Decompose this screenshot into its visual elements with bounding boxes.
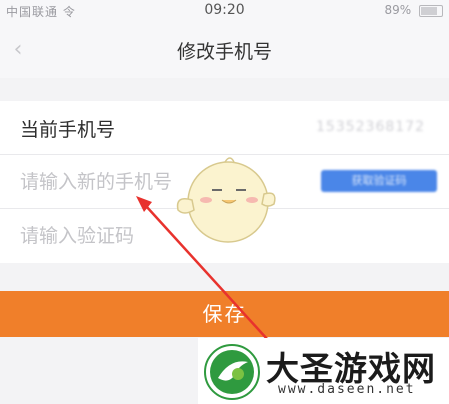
watermark: 大圣游戏网 www.daseen.net bbox=[198, 338, 449, 404]
battery-status: 89% bbox=[384, 3, 443, 17]
watermark-url: www.daseen.net bbox=[278, 382, 416, 397]
nav-bar: ‹ 修改手机号 bbox=[0, 22, 449, 78]
watermark-logo bbox=[204, 344, 260, 400]
save-button[interactable]: 保存 bbox=[0, 291, 449, 337]
get-code-button[interactable]: 获取验证码 bbox=[321, 170, 437, 192]
status-bar: 中国联通 令 09:20 89% bbox=[0, 0, 449, 22]
current-phone-row: 当前手机号 15352368172 bbox=[0, 101, 449, 155]
mascot-sticker bbox=[176, 157, 276, 243]
battery-percent: 89% bbox=[384, 3, 412, 17]
status-time: 09:20 bbox=[204, 2, 245, 18]
page-title: 修改手机号 bbox=[176, 41, 272, 63]
current-phone-number: 15352368172 bbox=[316, 119, 425, 135]
current-phone-label: 当前手机号 bbox=[20, 119, 116, 141]
battery-icon bbox=[419, 4, 443, 17]
